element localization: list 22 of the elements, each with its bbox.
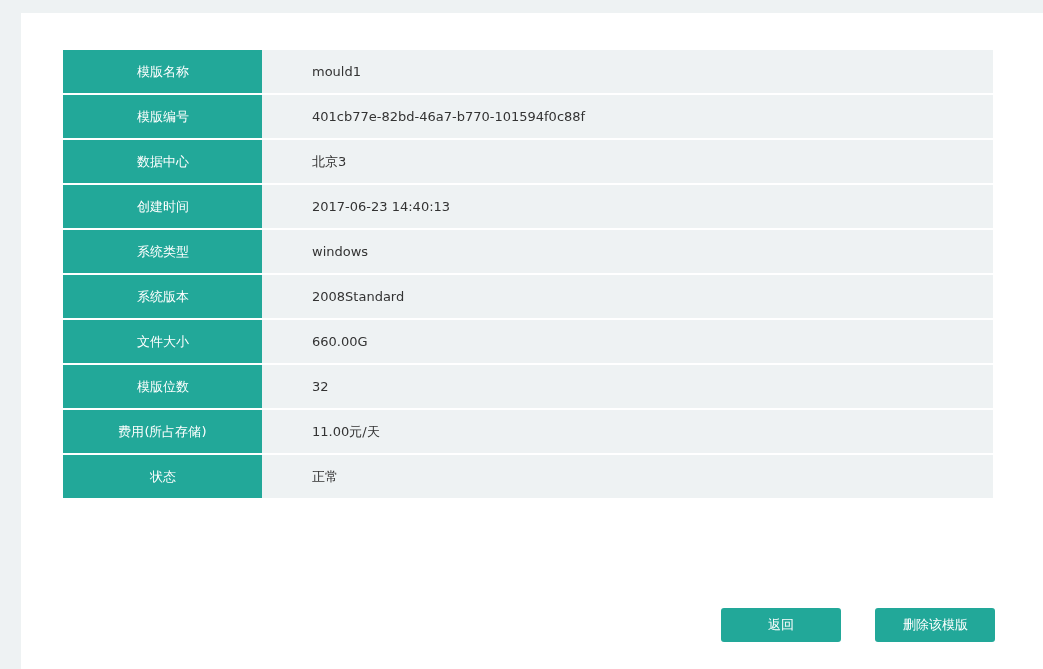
field-value: 660.00G [262, 320, 993, 363]
field-value: mould1 [262, 50, 993, 93]
field-label: 系统类型 [63, 230, 262, 273]
field-label: 系统版本 [63, 275, 262, 318]
field-label: 模版编号 [63, 95, 262, 138]
field-value: 2017-06-23 14:40:13 [262, 185, 993, 228]
field-value: 正常 [262, 455, 993, 498]
field-label: 费用(所占存储) [63, 410, 262, 453]
field-value: 北京3 [262, 140, 993, 183]
field-label: 模版位数 [63, 365, 262, 408]
field-label: 创建时间 [63, 185, 262, 228]
field-label: 数据中心 [63, 140, 262, 183]
field-label: 状态 [63, 455, 262, 498]
action-button[interactable]: 返回 [721, 608, 841, 642]
field-value: windows [262, 230, 993, 273]
action-button[interactable]: 删除该模版 [875, 608, 995, 642]
field-value: 11.00元/天 [262, 410, 993, 453]
field-label: 文件大小 [63, 320, 262, 363]
field-value: 2008Standard [262, 275, 993, 318]
field-value: 32 [262, 365, 993, 408]
field-label: 模版名称 [63, 50, 262, 93]
field-value: 401cb77e-82bd-46a7-b770-101594f0c88f [262, 95, 993, 138]
